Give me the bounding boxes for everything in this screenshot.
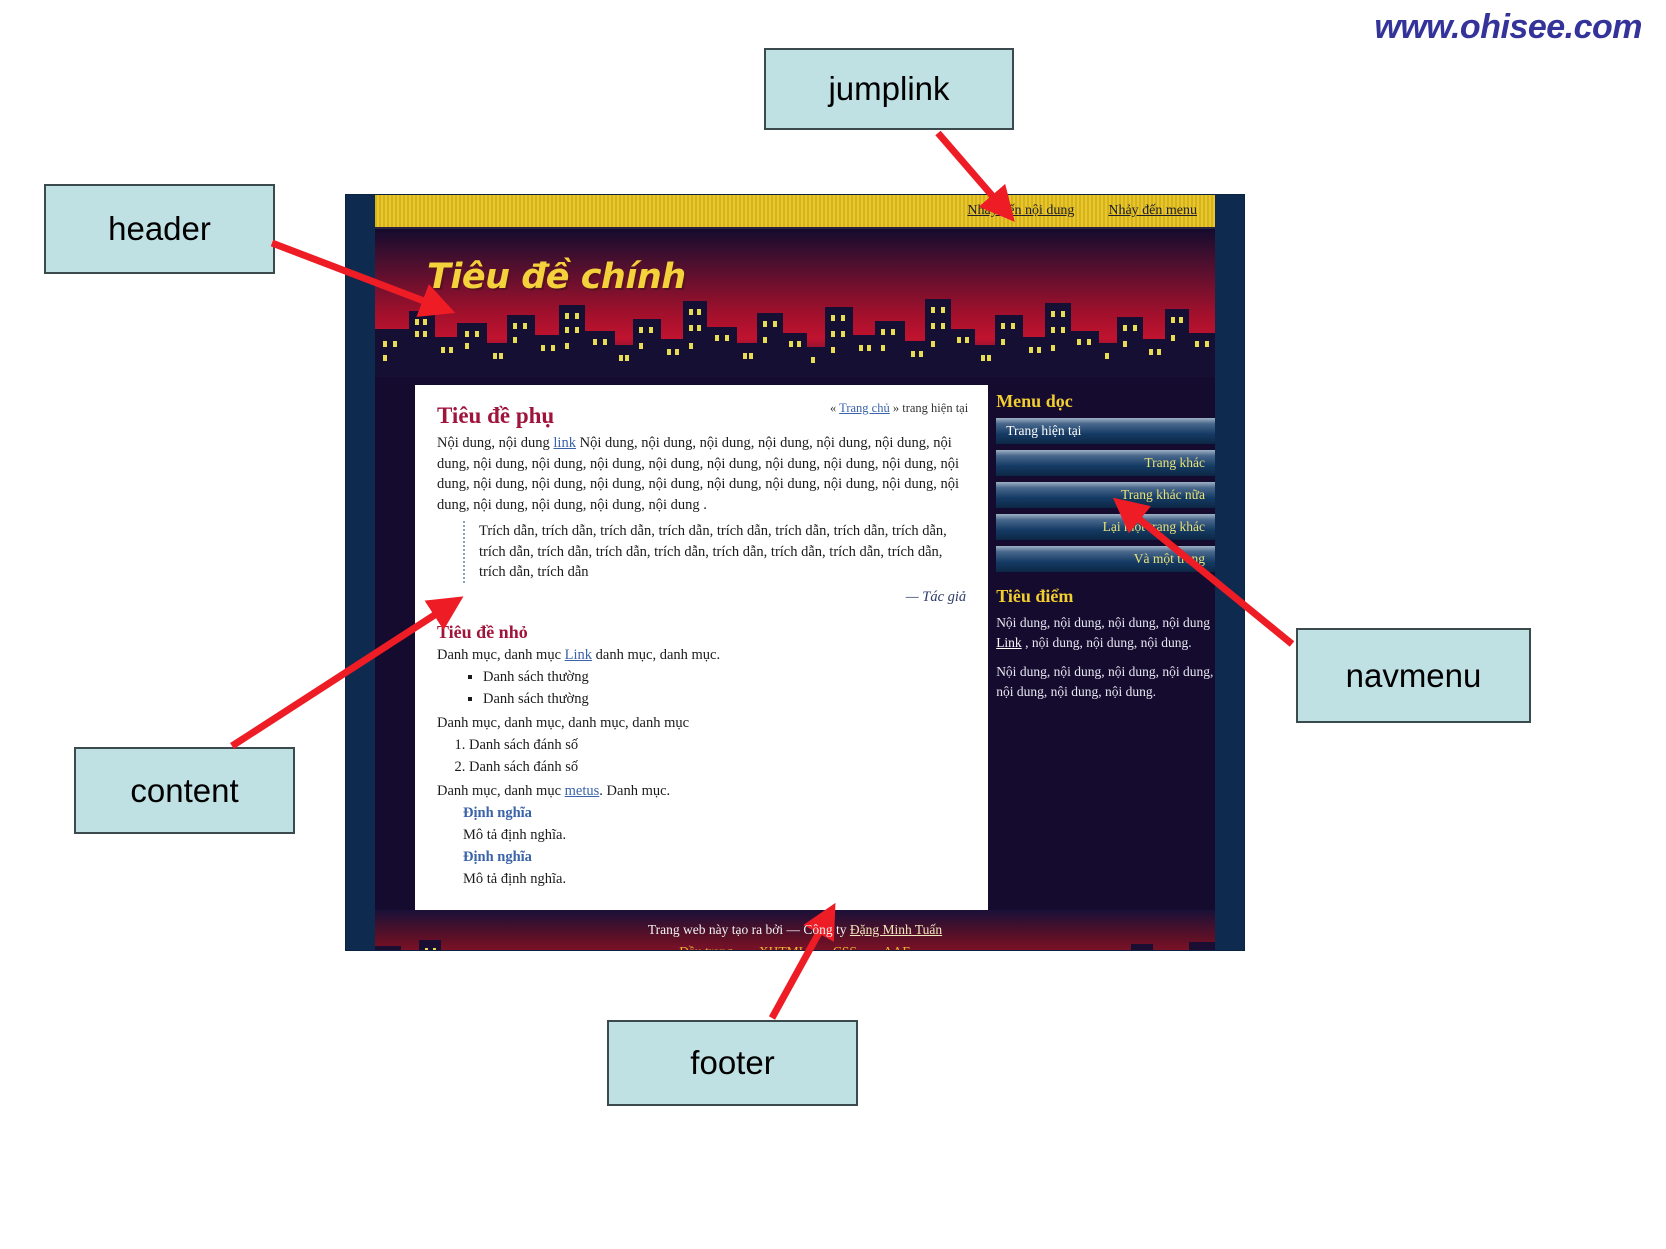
mid-paragraph: Danh mục, danh mục, danh mục, danh mục	[437, 714, 690, 731]
callout-label: content	[130, 771, 239, 809]
list-intro-after: danh mục, danh mục.	[592, 646, 721, 663]
list-item: Danh sách đánh số	[469, 735, 966, 757]
navmenu-link[interactable]: Và một trang	[996, 546, 1215, 572]
navmenu-list: Trang hiện tại Trang khác Trang khác nữa…	[996, 418, 1215, 572]
ordered-list: Danh sách đánh số Danh sách đánh số	[437, 735, 966, 779]
quote-author: — Tác giả	[905, 589, 967, 606]
blockquote: Trích dẫn, trích dẫn, trích dẫn, trích d…	[463, 521, 966, 584]
navmenu-link[interactable]: Trang khác	[996, 450, 1215, 476]
topic-paragraph-1: Nội dung, nội dung, nội dung, nội dung L…	[996, 613, 1215, 652]
list-intro-paragraph: Danh mục, danh mục Link danh mục, danh m…	[437, 645, 966, 666]
callout-label: navmenu	[1345, 656, 1482, 694]
navmenu-item: Và một trang	[996, 546, 1215, 572]
footer-link-css[interactable]: CSS	[833, 944, 857, 950]
footer-link-xhtml[interactable]: XHTML	[759, 944, 807, 950]
navmenu-item: Lại một trang khác	[996, 514, 1215, 540]
topic-paragraph-2: Nội dung, nội dung, nội dung, nội dung, …	[996, 664, 1214, 699]
footer-author-link[interactable]: Đặng Minh Tuấn	[850, 922, 942, 937]
callout-jumplink: jumplink	[764, 48, 1014, 130]
navmenu-link[interactable]: Trang khác nữa	[996, 482, 1215, 508]
topic-text-before: Nội dung, nội dung, nội dung, nội dung	[996, 615, 1210, 630]
dl-intro-before: Danh mục, danh mục	[437, 782, 565, 799]
site-header-banner: Tiêu đề chính	[375, 229, 1215, 377]
topic-text-after: , nội dung, nội dung, nội dung.	[1021, 634, 1192, 650]
topic-heading: Tiêu điểm	[996, 586, 1074, 606]
site-footer: Trang web này tạo ra bởi — Công ty Đặng …	[375, 910, 1215, 950]
navmenu-item: Trang khác	[996, 450, 1215, 476]
footer-links: Đầu trang XHTML CSS AAE	[375, 938, 1215, 950]
definition-list: Định nghĩa Mô tả định nghĩa. Định nghĩa …	[437, 803, 966, 890]
jumplink-content[interactable]: Nhảy đến nội dung	[967, 203, 1074, 219]
callout-label: header	[108, 210, 211, 247]
callout-footer: footer	[607, 1020, 858, 1106]
dl-intro-after: . Danh mục.	[599, 782, 671, 799]
definition-term: Định nghĩa	[463, 805, 532, 822]
list-item: Danh sách thường	[483, 689, 966, 711]
callout-header: header	[44, 184, 275, 274]
unordered-list: Danh sách thường Danh sách thường	[437, 667, 966, 711]
callout-label: footer	[690, 1044, 775, 1081]
content-intro-paragraph: Nội dung, nội dung link Nội dung, nội du…	[437, 433, 966, 515]
breadcrumb-home-link[interactable]: Trang chủ	[839, 401, 890, 415]
dl-intro-paragraph: Danh mục, danh mục metus. Danh mục.	[437, 781, 966, 802]
jumplink-bar: Nhảy đến nội dung Nhảy đến menu	[375, 195, 1215, 229]
navmenu-item: Trang khác nữa	[996, 482, 1215, 508]
breadcrumb-open: «	[829, 401, 837, 415]
site-watermark: www.ohisee.com	[1374, 8, 1642, 46]
definition-desc: Mô tả định nghĩa.	[463, 827, 567, 844]
jumplink-menu[interactable]: Nhảy đến menu	[1108, 203, 1197, 219]
sidebar-column: Menu dọc Trang hiện tại Trang khác Trang…	[988, 391, 1215, 711]
inline-link[interactable]: link	[553, 435, 576, 451]
navmenu-link[interactable]: Lại một trang khác	[996, 514, 1215, 540]
dl-inline-link[interactable]: metus	[565, 783, 600, 799]
list-item: Danh sách đánh số	[469, 757, 966, 779]
callout-navmenu: navmenu	[1296, 628, 1531, 723]
skyline-graphic	[375, 299, 1215, 377]
callout-label: jumplink	[828, 70, 950, 107]
list-intro-before: Danh mục, danh mục	[437, 646, 565, 663]
navmenu-item: Trang hiện tại	[996, 418, 1215, 444]
mock-browser-page: Nhảy đến nội dung Nhảy đến menu Tiêu đề …	[345, 194, 1245, 951]
callout-content: content	[74, 747, 295, 834]
footer-credit-text: Trang web này tạo ra bởi — Công ty	[647, 922, 850, 938]
definition-term: Định nghĩa	[463, 848, 532, 865]
definition-desc: Mô tả định nghĩa.	[463, 870, 567, 887]
list-inline-link[interactable]: Link	[565, 647, 592, 663]
footer-credit: Trang web này tạo ra bởi — Công ty Đặng …	[375, 910, 1215, 938]
breadcrumb: « Trang chủ » trang hiện tại	[830, 401, 968, 416]
topic-inline-link[interactable]: Link	[996, 635, 1022, 650]
breadcrumb-current: » trang hiện tại	[892, 401, 969, 415]
footer-link-top[interactable]: Đầu trang	[679, 944, 733, 950]
footer-link-aae[interactable]: AAE	[883, 944, 911, 950]
main-columns: « Trang chủ » trang hiện tại Tiêu đề phụ…	[375, 377, 1215, 911]
content-subheading: Tiêu đề nhỏ	[437, 621, 528, 642]
content-column: « Trang chủ » trang hiện tại Tiêu đề phụ…	[415, 385, 989, 911]
list-item: Danh sách thường	[483, 667, 966, 689]
navmenu-heading: Menu dọc	[996, 391, 1073, 411]
intro-text-before: Nội dung, nội dung	[437, 435, 554, 451]
page-inner: Nhảy đến nội dung Nhảy đến menu Tiêu đề …	[375, 195, 1215, 950]
navmenu-link-current[interactable]: Trang hiện tại	[996, 418, 1215, 444]
